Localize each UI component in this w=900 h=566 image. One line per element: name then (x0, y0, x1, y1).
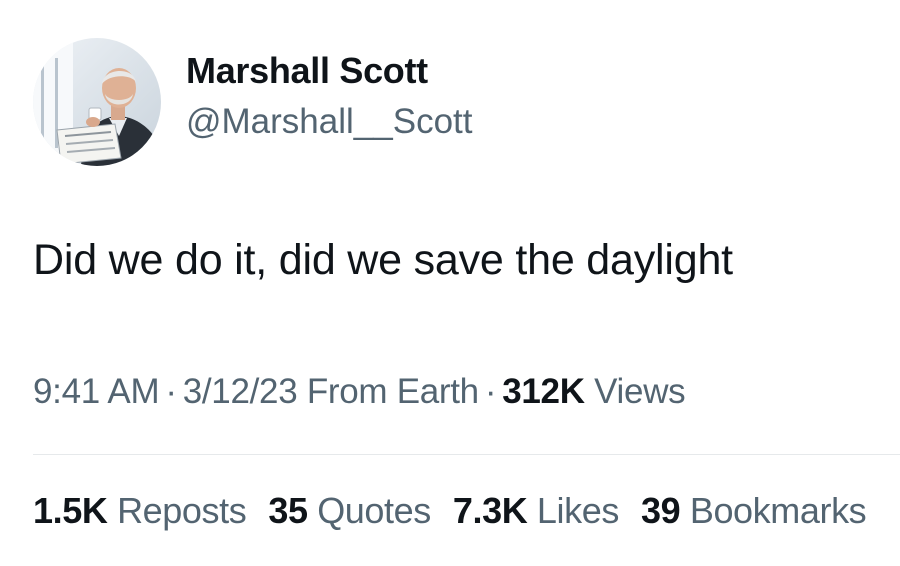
quotes-count: 35 (268, 490, 308, 531)
reposts-label: Reposts (117, 490, 247, 531)
engagement-stats: 1.5K Reposts 35 Quotes 7.3K Likes 39 Bookma… (33, 490, 888, 532)
author-handle[interactable]: @Marshall__Scott (186, 102, 472, 142)
views-label: Views (594, 372, 686, 411)
post-text: Did we do it, did we save the daylight (33, 236, 733, 284)
quotes-label: Quotes (317, 490, 431, 531)
likes-stat[interactable]: 7.3K Likes (452, 490, 620, 532)
likes-label: Likes (536, 490, 619, 531)
author-name[interactable]: Marshall Scott (186, 50, 428, 92)
avatar-image (33, 38, 161, 166)
reposts-stat[interactable]: 1.5K Reposts (33, 490, 247, 532)
avatar[interactable] (33, 38, 161, 166)
views-count: 312K (502, 372, 585, 411)
post-date[interactable]: 3/12/23 (183, 372, 298, 411)
reposts-count: 1.5K (33, 490, 108, 531)
post-meta: 9:41 AM · 3/12/23 From Earth · 312K Views (33, 372, 686, 412)
likes-count: 7.3K (452, 490, 528, 531)
post-source: From Earth (306, 372, 479, 411)
bookmarks-count: 39 (640, 490, 681, 531)
post-time[interactable]: 9:41 AM (33, 372, 160, 411)
bookmarks-stat[interactable]: 39 Bookmarks (640, 490, 867, 532)
tweet-card: Marshall Scott @Marshall__Scott Did we d… (0, 0, 900, 566)
meta-separator: · (165, 372, 177, 411)
quotes-stat[interactable]: 35 Quotes (268, 490, 431, 532)
meta-separator: · (484, 372, 497, 411)
divider (33, 454, 900, 455)
bookmarks-label: Bookmarks (689, 490, 867, 531)
